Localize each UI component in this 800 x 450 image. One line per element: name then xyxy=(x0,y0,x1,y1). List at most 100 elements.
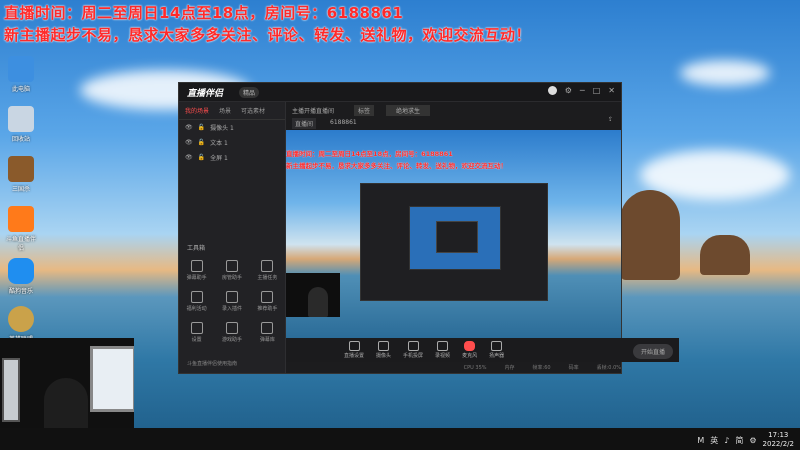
tool-item[interactable]: 游戏助手 xyxy=(214,322,249,343)
lock-icon[interactable]: 🔓 xyxy=(198,124,205,131)
tool-icon xyxy=(225,291,238,303)
eye-icon[interactable]: 👁 xyxy=(185,124,193,131)
banner-line-1: 直播时间：周二至周日14点至18点，房间号：6188861 xyxy=(4,4,404,22)
control-bar: 直播设置 摄像头 手机投屏 录视频 麦克风 扬声器 开始直播 xyxy=(286,338,679,362)
record-icon xyxy=(437,341,449,351)
mic-icon xyxy=(464,341,476,351)
stream-title[interactable]: 主播开播直播间 xyxy=(292,106,334,115)
close-icon[interactable]: ✕ xyxy=(608,86,615,95)
tab-my-scenes[interactable]: 我的场景 xyxy=(185,106,209,115)
tool-item[interactable]: 房管助手 xyxy=(214,260,249,281)
avatar[interactable] xyxy=(547,86,557,95)
speaker-icon xyxy=(491,341,503,351)
room-label: 直播间 xyxy=(292,118,317,129)
tool-icon xyxy=(225,322,238,334)
rock xyxy=(620,190,680,280)
nested-preview xyxy=(409,206,501,270)
tool-icon xyxy=(225,260,238,272)
tab-materials[interactable]: 可选素材 xyxy=(241,106,265,115)
main-area: 主播开播直播间 标签 绝地求生 直播间 6188861 ⇪ 直播时间：周二至周日… xyxy=(286,102,679,373)
camera-icon xyxy=(378,341,390,351)
record-button[interactable]: 录视频 xyxy=(435,341,450,359)
status-bar: CPU 35% 内存 帧率:60 码率 丢帧:0.0% xyxy=(463,364,621,372)
eye-icon[interactable]: 👁 xyxy=(185,139,193,146)
tool-item[interactable]: 主播任务 xyxy=(250,260,285,281)
left-panel: 我的场景 场景 可选素材 👁 🔓 摄像头 1 👁 🔓 文本 1 👁 🔓 全屏 1 工具… xyxy=(179,102,286,373)
camera-button[interactable]: 摄像头 xyxy=(376,341,391,359)
tool-item[interactable]: 录入插件 xyxy=(214,291,249,312)
share-icon[interactable]: ⇪ xyxy=(608,116,613,123)
cloud xyxy=(680,60,770,86)
game-icon xyxy=(8,156,34,182)
stream-preview: 直播时间：周二至周日14点至18点，房间号：6188861 新主播起步不易，恳求… xyxy=(286,130,621,338)
maximize-icon[interactable]: □ xyxy=(593,86,601,95)
preview-text-line-1: 直播时间：周二至周日14点至18点，房间号：6188861 xyxy=(286,150,453,158)
taskbar: M 英 ♪ 简 ⚙ 17:13 2022/2/2 xyxy=(0,428,800,450)
live-settings-button[interactable]: 直播设置 xyxy=(344,341,364,359)
tool-item[interactable]: 弹幕库 xyxy=(250,322,285,343)
streaming-app-window: 直播伴侣 精品 ⚙ ─ □ ✕ 我的场景 场景 可选素材 👁 🔓 摄像头 1 👁 🔓… xyxy=(178,82,679,374)
app-icon xyxy=(8,206,34,232)
app-badge[interactable]: 精品 xyxy=(239,87,260,98)
desktop-icon-recycle[interactable]: 回收站 xyxy=(4,106,38,143)
tools-footer[interactable]: 斗鱼直播伴侣使用指南 xyxy=(187,360,237,367)
computer-icon xyxy=(8,56,34,82)
tool-item[interactable]: 福利活动 xyxy=(179,291,214,312)
desktop-icon-app[interactable]: 斗鱼直播伴侣 xyxy=(4,206,38,252)
desktop-icon-computer[interactable]: 此电脑 xyxy=(4,56,38,93)
tray-icon[interactable]: 英 xyxy=(710,435,718,446)
scene-item[interactable]: 👁 🔓 摄像头 1 xyxy=(179,120,285,135)
lock-icon[interactable]: 🔓 xyxy=(198,154,205,161)
desktop-icon-game[interactable]: 三国杀 xyxy=(4,156,38,193)
app-title: 直播伴侣 xyxy=(187,89,224,99)
tool-item[interactable]: 推荐助手 xyxy=(250,291,285,312)
tray-icon[interactable]: ♪ xyxy=(724,436,729,445)
settings-icon[interactable]: ⚙ xyxy=(565,86,572,95)
nested-preview xyxy=(360,183,548,301)
scene-tabs: 我的场景 场景 可选素材 xyxy=(179,102,285,120)
stream-tag[interactable]: 标签 xyxy=(354,105,375,116)
toolbox-grid: 弹幕助手 房管助手 主播任务 福利活动 录入插件 推荐助手 设置 游戏助手 弹幕… xyxy=(179,260,285,343)
room-id: 6188861 xyxy=(330,119,357,126)
titlebar: 直播伴侣 精品 ⚙ ─ □ ✕ xyxy=(179,83,621,102)
speaker-button[interactable]: 扬声器 xyxy=(489,341,504,359)
kugou-icon xyxy=(8,258,34,284)
tray-icon[interactable]: 简 xyxy=(735,435,743,446)
recycle-bin-icon xyxy=(8,106,34,132)
stream-category[interactable]: 绝地求生 xyxy=(386,105,431,116)
mic-button[interactable]: 麦克风 xyxy=(462,341,477,359)
tool-item[interactable]: 设置 xyxy=(179,322,214,343)
lock-icon[interactable]: 🔓 xyxy=(198,139,205,146)
webcam-preview xyxy=(286,273,340,317)
scene-item[interactable]: 👁 🔓 文本 1 xyxy=(179,135,285,150)
minimize-icon[interactable]: ─ xyxy=(580,86,585,95)
tool-item[interactable]: 弹幕助手 xyxy=(179,260,214,281)
system-tray: M 英 ♪ 简 ⚙ 17:13 2022/2/2 xyxy=(697,431,794,449)
tab-scenes[interactable]: 场景 xyxy=(219,106,231,115)
clock[interactable]: 17:13 2022/2/2 xyxy=(763,431,794,449)
nested-preview xyxy=(436,221,478,253)
phone-icon xyxy=(407,341,419,351)
banner-line-2: 新主播起步不易，恳求大家多多关注、评论、转发、送礼物，欢迎交流互动！ xyxy=(4,26,532,44)
room-window xyxy=(90,346,134,412)
window-controls: ⚙ ─ □ ✕ xyxy=(547,86,615,95)
tool-icon xyxy=(261,260,274,272)
phone-cast-button[interactable]: 手机投屏 xyxy=(403,341,423,359)
stream-info-bar: 主播开播直播间 标签 绝地求生 直播间 6188861 ⇪ xyxy=(286,102,621,130)
go-live-button[interactable]: 开始直播 xyxy=(632,344,673,359)
rock xyxy=(700,235,750,275)
tool-icon xyxy=(190,291,203,303)
toolbox-title: 工具箱 xyxy=(187,245,206,252)
eye-icon[interactable]: 👁 xyxy=(185,154,193,161)
tray-icon[interactable]: M xyxy=(697,436,704,445)
tray-icon[interactable]: ⚙ xyxy=(749,436,756,445)
tool-icon xyxy=(190,322,203,334)
desktop-icon-kugou[interactable]: 酷狗音乐 xyxy=(4,258,38,295)
tool-icon xyxy=(261,291,274,303)
tool-icon xyxy=(190,260,203,272)
room-window xyxy=(2,358,20,422)
scene-item[interactable]: 👁 🔓 全屏 1 xyxy=(179,150,285,165)
preview-text-line-2: 新主播起步不易，恳求大家多多关注、评论、转发、送礼物，欢迎交流互动！ xyxy=(286,162,507,170)
lol-icon xyxy=(8,306,34,332)
tool-icon xyxy=(261,322,274,334)
